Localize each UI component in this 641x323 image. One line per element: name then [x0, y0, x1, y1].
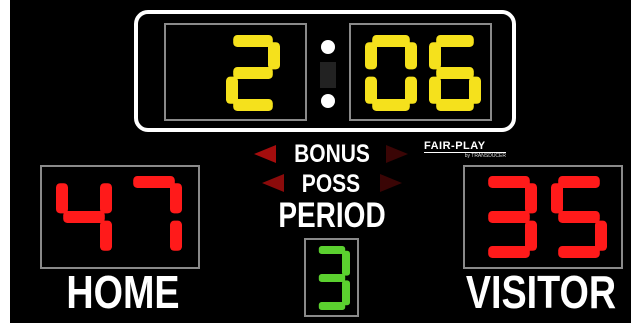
possession-label: POSS [301, 170, 361, 198]
segment-b [268, 42, 280, 70]
clock-seconds-display [365, 35, 481, 111]
home-possession-arrow [262, 174, 284, 192]
segment-b [100, 183, 112, 214]
right-margin [631, 0, 641, 323]
left-margin [0, 0, 10, 323]
period-panel [304, 238, 359, 317]
segment-g [233, 67, 273, 79]
segment-g [63, 211, 105, 223]
segment-f [429, 42, 441, 70]
segment-a [488, 176, 530, 188]
visitor-label: VISITOR [465, 266, 617, 318]
brand-tagline: by TRANSDUCER [464, 153, 506, 159]
home-score-panel [40, 165, 200, 269]
clock-minutes-panel [164, 23, 307, 121]
clock-minutes-display [226, 35, 280, 111]
segment-c [100, 220, 112, 251]
segment-f [56, 183, 68, 214]
segment-c [469, 76, 481, 104]
segment-e [429, 76, 441, 104]
segment-e [226, 76, 238, 104]
segment-d [318, 302, 346, 310]
clock-colon-bottom-dot [321, 94, 335, 108]
segment-c [170, 220, 182, 251]
segment-g [436, 67, 474, 79]
visitor-score-display [481, 176, 607, 258]
segment-f [365, 42, 377, 70]
segment-d [558, 246, 600, 258]
segment-a [318, 246, 346, 254]
visitor-bonus-arrow [386, 145, 408, 163]
segment-c [595, 220, 607, 251]
clock-colon-center [320, 62, 336, 88]
segment-c [405, 76, 417, 104]
segment-a [436, 35, 474, 47]
visitor-possession-arrow [380, 174, 402, 192]
segment-b [170, 183, 182, 214]
segment-e [365, 76, 377, 104]
segment-d [372, 99, 410, 111]
home-bonus-arrow [254, 145, 276, 163]
home-score-display [56, 176, 182, 258]
segment-d [488, 246, 530, 258]
bonus-label: BONUS [294, 140, 370, 168]
segment-a [133, 176, 175, 188]
period-label: PERIOD [278, 196, 386, 235]
home-label: HOME [66, 266, 180, 318]
segment-g [558, 211, 600, 223]
segment-g [318, 274, 346, 282]
clock-seconds-panel [349, 23, 492, 121]
segment-f [551, 183, 563, 214]
brand-logo: FAIR-PLAY by TRANSDUCER [424, 140, 506, 160]
segment-d [233, 99, 273, 111]
segment-c [342, 280, 350, 306]
segment-a [558, 176, 600, 188]
segment-a [233, 35, 273, 47]
visitor-score-panel [463, 165, 623, 269]
scoreboard: HOME VISITOR BONUS POSS PERIOD FAIR-PLAY… [0, 0, 641, 323]
period-display [314, 246, 350, 310]
segment-b [525, 183, 537, 214]
segment-d [436, 99, 474, 111]
segment-b [405, 42, 417, 70]
segment-c [525, 220, 537, 251]
segment-b [342, 250, 350, 276]
brand-name: FAIR-PLAY [424, 140, 506, 153]
clock-colon-top-dot [321, 40, 335, 54]
segment-g [488, 211, 530, 223]
game-clock-frame [134, 10, 516, 132]
segment-a [372, 35, 410, 47]
